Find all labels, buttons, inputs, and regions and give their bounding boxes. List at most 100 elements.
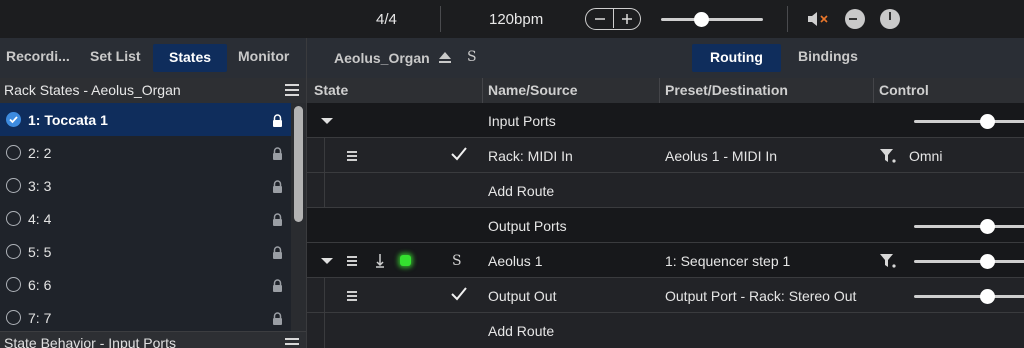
dial-icon[interactable] [880,9,900,29]
column-divider[interactable] [482,78,483,103]
row-destination[interactable]: 1: Sequencer step 1 [665,253,790,269]
column-header-state[interactable]: State [314,82,348,98]
tab-recording[interactable]: Recordi... [6,48,70,64]
plus-icon[interactable] [613,9,640,28]
minus-icon[interactable] [586,9,613,28]
table-row[interactable]: Input Ports [307,103,1024,138]
state-label: 6: 6 [28,277,52,293]
table-row[interactable]: Add Route [307,173,1024,208]
eject-icon[interactable] [438,51,452,67]
column-header-preset[interactable]: Preset/Destination [665,82,788,98]
level-slider[interactable] [914,289,1024,304]
speaker-muted-icon[interactable] [806,9,830,32]
filter-icon[interactable] [879,148,897,167]
state-label: 2: 2 [28,145,52,161]
rack-name[interactable]: Aeolus_Organ [334,50,430,66]
tab-states[interactable]: States [153,44,228,72]
arrow-down-icon[interactable] [375,253,385,271]
checkmark-icon[interactable] [450,286,468,305]
slider-knob[interactable] [980,289,996,304]
chevron-down-icon[interactable] [321,118,333,124]
state-behavior-title: State Behavior - Input Ports [4,335,176,348]
left-tab-bar: Recordi... Set List States Monitor [0,38,306,78]
solo-button[interactable]: S [452,253,462,269]
tab-routing[interactable]: Routing [692,44,781,72]
menu-icon[interactable] [285,84,299,96]
slider-knob[interactable] [980,114,996,129]
lock-icon[interactable] [272,312,283,328]
drag-handle-icon[interactable] [347,150,357,161]
table-row[interactable]: Output Out Output Port - Rack: Stereo Ou… [307,278,1024,313]
lock-icon[interactable] [272,246,283,262]
level-slider[interactable] [914,219,1024,234]
state-label: 5: 5 [28,244,52,260]
row-destination[interactable]: Aeolus 1 - MIDI In [665,148,777,164]
divider [787,6,788,32]
scrollbar[interactable] [291,103,306,331]
table-row[interactable]: Output Ports [307,208,1024,243]
state-item[interactable]: 6: 6 [0,268,291,301]
level-slider[interactable] [914,254,1024,269]
indent-line [324,278,325,313]
scrollbar-thumb[interactable] [294,106,303,222]
radio-button[interactable] [6,244,21,259]
column-header-control[interactable]: Control [879,82,929,98]
column-divider[interactable] [873,78,874,103]
column-header-name[interactable]: Name/Source [488,82,577,98]
row-name[interactable]: Aeolus 1 [488,253,542,269]
state-item[interactable]: 2: 2 [0,136,291,169]
indent-line [324,313,325,348]
add-route-button[interactable]: Add Route [488,323,554,339]
drag-handle-icon[interactable] [347,290,357,301]
state-item[interactable]: 1: Toccata 1 [0,103,291,136]
table-row[interactable]: S Aeolus 1 1: Sequencer step 1 [307,243,1024,278]
lock-icon[interactable] [272,180,283,196]
state-item[interactable]: 3: 3 [0,169,291,202]
radio-button[interactable] [6,178,21,193]
master-volume-slider[interactable] [661,12,763,27]
activity-led [400,255,411,266]
lock-icon[interactable] [272,114,283,130]
tab-monitor[interactable]: Monitor [238,48,289,64]
tab-set-list[interactable]: Set List [90,48,141,64]
menu-icon[interactable] [285,338,299,348]
row-destination[interactable]: Output Port - Rack: Stereo Out [665,288,856,304]
radio-button[interactable] [6,211,21,226]
table-row[interactable]: Rack: MIDI In Aeolus 1 - MIDI In Omni [307,138,1024,173]
tempo-stepper[interactable] [585,8,641,30]
lock-icon[interactable] [272,213,283,229]
state-item[interactable]: 5: 5 [0,235,291,268]
lock-icon[interactable] [272,279,283,295]
tab-bindings[interactable]: Bindings [798,48,858,64]
add-route-button[interactable]: Add Route [488,183,554,199]
table-row[interactable]: Add Route [307,313,1024,348]
level-slider[interactable] [914,114,1024,129]
column-divider[interactable] [659,78,660,103]
drag-handle-icon[interactable] [347,255,357,266]
chevron-down-icon[interactable] [321,258,333,264]
state-behavior-header: State Behavior - Input Ports [0,331,306,348]
slider-knob[interactable] [980,219,996,234]
state-item[interactable]: 7: 7 [0,301,291,331]
checkmark-icon[interactable] [450,146,468,165]
radio-button[interactable] [6,145,21,160]
column-headers: State Name/Source Preset/Destination Con… [306,78,1024,103]
row-name: Output Ports [488,218,567,234]
radio-button[interactable] [6,277,21,292]
time-signature[interactable]: 4/4 [376,11,397,28]
tempo-display[interactable]: 120bpm [489,11,543,28]
row-control[interactable]: Omni [909,148,942,164]
radio-button[interactable] [6,310,21,325]
row-name: Output Out [488,288,557,304]
rack-states-title: Rack States - Aeolus_Organ [4,82,181,98]
rack-states-header: Rack States - Aeolus_Organ [0,78,306,103]
filter-icon[interactable] [879,253,897,272]
checkmark-circle-icon[interactable] [6,112,21,127]
dial-icon[interactable] [845,9,865,29]
lock-icon[interactable] [272,147,283,163]
state-item[interactable]: 4: 4 [0,202,291,235]
slider-knob[interactable] [980,254,996,269]
indent-line [324,138,325,173]
slider-knob[interactable] [694,12,710,27]
solo-button[interactable]: S [467,49,477,65]
